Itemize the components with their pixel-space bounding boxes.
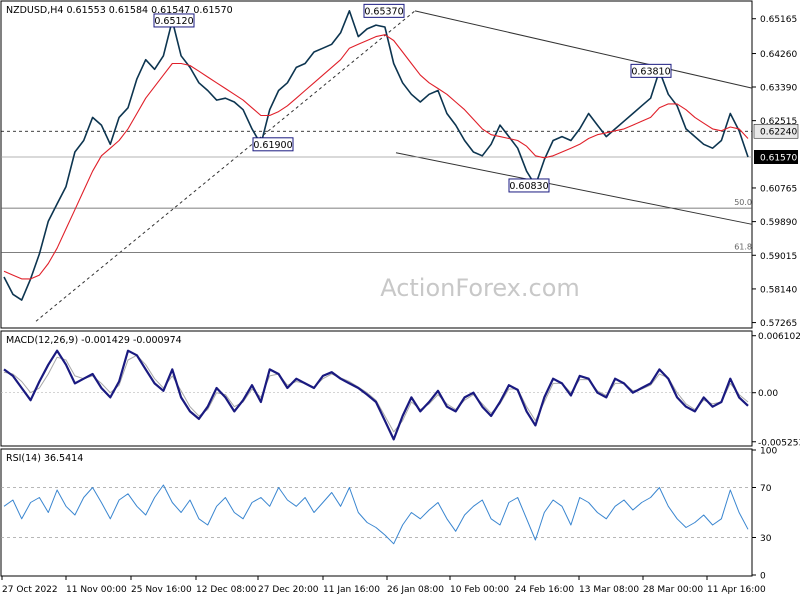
rsi-axis-label: 70 xyxy=(760,484,772,494)
x-axis-label: 25 Nov 16:00 xyxy=(131,585,192,595)
x-axis-label: 10 Feb 00:00 xyxy=(450,585,509,595)
price-annotation-label: 0.61900 xyxy=(253,140,292,151)
x-axis-label: 11 Jan 16:00 xyxy=(323,585,380,595)
x-axis-label: 26 Jan 08:00 xyxy=(387,585,444,595)
price-annotation-label: 0.65120 xyxy=(154,16,193,27)
price-axis-label: 0.60765 xyxy=(760,184,797,194)
price-header: NZDUSD,H4 0.61553 0.61584 0.61547 0.6157… xyxy=(6,5,233,16)
macd-header: MACD(12,26,9) -0.001429 -0.000974 xyxy=(6,335,182,346)
x-axis-label: 27 Oct 2022 xyxy=(2,585,58,595)
rsi-axis-label: 0 xyxy=(760,572,766,582)
fib-level-label: 61.8 xyxy=(734,242,752,251)
macd-axis-label: 0.006102 xyxy=(758,332,800,342)
x-axis-label: 11 Apr 16:00 xyxy=(707,585,766,595)
macd-axis-label: 0.00 xyxy=(758,389,778,399)
price-axis-label: 0.63390 xyxy=(760,84,797,94)
x-axis-label: 27 Dec 20:00 xyxy=(258,585,319,595)
price-axis-label: 0.59890 xyxy=(760,218,797,228)
rsi-axis-label: 30 xyxy=(760,534,772,544)
chart-svg: ActionForex.com 50.0 61.8 0.65120 0.65370 0.… xyxy=(0,0,800,600)
watermark: ActionForex.com xyxy=(380,274,580,302)
x-axis-label: 12 Dec 08:00 xyxy=(196,585,257,595)
price-annotation-label: 0.60830 xyxy=(509,181,548,192)
price-tag-label: 0.62240 xyxy=(760,128,797,138)
rsi-axis-label: 100 xyxy=(760,447,777,457)
chart-window: ActionForex.com 50.0 61.8 0.65120 0.65370 0.… xyxy=(0,0,800,600)
price-axis-label: 0.58140 xyxy=(760,285,797,295)
price-tag-label: 0.61570 xyxy=(760,154,797,164)
x-axis-label: 11 Nov 00:00 xyxy=(66,585,127,595)
price-axis-label: 0.59015 xyxy=(760,252,797,262)
price-axis-label: 0.65165 xyxy=(760,15,797,25)
x-axis-label: 24 Feb 16:00 xyxy=(515,585,574,595)
price-axis-label: 0.57265 xyxy=(760,319,797,329)
fib-level-label: 50.0 xyxy=(734,198,752,207)
rsi-header: RSI(14) 36.5414 xyxy=(6,453,83,464)
x-axis-label: 13 Mar 08:00 xyxy=(579,585,639,595)
x-axis-label: 28 Mar 00:00 xyxy=(643,585,703,595)
price-annotation-label: 0.63810 xyxy=(631,66,670,77)
price-annotation-label: 0.65370 xyxy=(364,6,403,17)
price-axis-label: 0.64260 xyxy=(760,50,797,60)
